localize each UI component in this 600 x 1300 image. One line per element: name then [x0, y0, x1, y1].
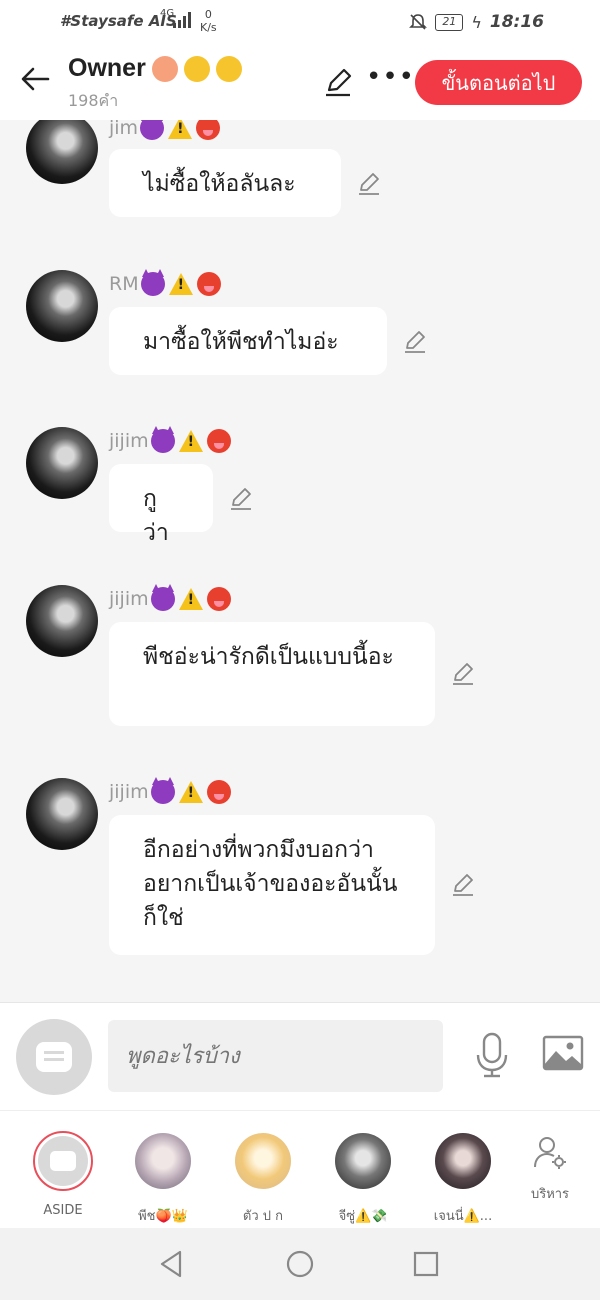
character-label: พีช🍑👑 — [138, 1209, 188, 1224]
message-bubble[interactable]: กูว่า — [109, 464, 213, 546]
manage-label: บริหาร — [530, 1187, 570, 1202]
avatar — [335, 1133, 391, 1189]
message-count: 198คำ — [68, 91, 119, 110]
character-strip: ASIDE พีช🍑👑 ตัว ป ก จีซู่⚠️💸 เจนนี่⚠️...… — [0, 1110, 600, 1228]
avatar — [435, 1133, 491, 1189]
chat-bubble-icon — [50, 1151, 76, 1171]
avatar[interactable] — [26, 585, 98, 657]
composer-bar — [0, 1002, 600, 1110]
system-nav-bar — [0, 1228, 600, 1300]
sender-name: jim ! — [109, 120, 221, 140]
character-item[interactable]: พีช🍑👑 — [123, 1131, 203, 1226]
hot-face-emoji-icon — [196, 120, 221, 140]
aside-mode-button[interactable] — [16, 1019, 92, 1095]
devil-emoji-icon — [150, 777, 175, 804]
warning-emoji-icon: ! — [178, 781, 203, 803]
character-label: จีซู่⚠️💸 — [338, 1209, 388, 1224]
warning-emoji-icon: ! — [168, 273, 193, 295]
nav-home-icon[interactable] — [284, 1248, 316, 1280]
message-bubble[interactable]: ไม่ซื้อให้อลันละ — [109, 149, 341, 217]
character-label: ตัว ป ก — [242, 1209, 284, 1224]
clock: 18:16 — [489, 12, 544, 32]
avatar[interactable] — [26, 270, 98, 342]
page-title: Owner — [68, 54, 242, 83]
avatar — [235, 1133, 291, 1189]
devil-emoji-icon — [150, 584, 175, 611]
manage-characters-button[interactable]: บริหาร — [520, 1135, 580, 1204]
devil-emoji-icon — [150, 426, 175, 453]
message-input[interactable] — [108, 1020, 443, 1092]
warning-emoji-icon: ! — [168, 120, 193, 139]
user-settings-icon — [534, 1137, 566, 1169]
hot-face-emoji-icon — [206, 587, 231, 611]
microphone-icon[interactable] — [474, 1031, 510, 1079]
signal-icon — [173, 12, 191, 28]
aside-avatar — [33, 1131, 93, 1191]
avatar[interactable] — [26, 778, 98, 850]
sender-name: jijim ! — [109, 426, 231, 453]
character-item[interactable]: เจนนี่⚠️... — [423, 1131, 503, 1226]
hot-face-emoji-icon — [206, 780, 231, 804]
status-right: 21 ϟ 18:16 — [409, 12, 544, 32]
title-block: Owner 198คำ — [68, 54, 242, 114]
image-icon[interactable] — [542, 1035, 584, 1071]
chat-header: Owner 198คำ ••• ขั้นตอนต่อไป — [0, 48, 600, 120]
charging-icon: ϟ — [471, 12, 482, 32]
warning-emoji-icon: ! — [178, 588, 203, 610]
back-arrow-icon[interactable] — [18, 62, 52, 96]
chat-bubble-icon — [36, 1042, 72, 1072]
character-item[interactable]: จีซู่⚠️💸 — [323, 1131, 403, 1226]
battery-indicator: 21 — [435, 13, 464, 31]
warning-emoji-icon: ! — [178, 430, 203, 452]
kissing-face-emoji-icon — [215, 55, 242, 82]
chat-area[interactable]: jim ! ไม่ซื้อให้อลันละ RM ! มาซื้อให้พีช… — [0, 120, 600, 1002]
status-bar: #Staysafe AIS 4G 0 K/s 21 ϟ 18:16 — [0, 0, 600, 48]
message-bubble[interactable]: มาซื้อให้พีชทำไมอ่ะ — [109, 307, 387, 375]
edit-pencil-icon[interactable] — [322, 66, 354, 98]
devil-emoji-icon — [140, 269, 165, 296]
avatar — [135, 1133, 191, 1189]
character-label: เจนนี่⚠️... — [433, 1209, 493, 1224]
peach-emoji-icon — [151, 55, 178, 82]
sender-name: jijim ! — [109, 777, 231, 804]
edit-message-icon[interactable] — [450, 872, 476, 898]
avatar[interactable] — [26, 427, 98, 499]
edit-message-icon[interactable] — [356, 171, 382, 197]
network-speed: 0 K/s — [200, 8, 217, 34]
hot-face-emoji-icon — [196, 272, 221, 296]
character-item[interactable]: ตัว ป ก — [223, 1131, 303, 1226]
nav-recents-icon[interactable] — [410, 1248, 442, 1280]
message-bubble[interactable]: อีกอย่างที่พวกมึงบอกว่าอยากเป็นเจ้าของอะ… — [109, 815, 435, 955]
next-step-button[interactable]: ขั้นตอนต่อไป — [415, 60, 582, 105]
edit-message-icon[interactable] — [228, 486, 254, 512]
edit-message-icon[interactable] — [450, 661, 476, 687]
more-options-icon[interactable]: ••• — [366, 64, 415, 90]
edit-message-icon[interactable] — [402, 329, 428, 355]
sender-name: RM ! — [109, 269, 221, 296]
character-aside[interactable]: ASIDE — [23, 1131, 103, 1218]
character-label: ASIDE — [43, 1203, 83, 1218]
flushed-face-emoji-icon — [183, 55, 210, 82]
hot-face-emoji-icon — [206, 429, 231, 453]
avatar[interactable] — [26, 120, 98, 184]
mute-bell-icon — [409, 14, 428, 30]
sender-name: jijim ! — [109, 584, 231, 611]
devil-emoji-icon — [140, 120, 165, 140]
message-bubble[interactable]: พีชอ่ะน่ารักดีเป็นแบบนี้อะ — [109, 622, 435, 726]
nav-back-icon[interactable] — [156, 1248, 188, 1280]
